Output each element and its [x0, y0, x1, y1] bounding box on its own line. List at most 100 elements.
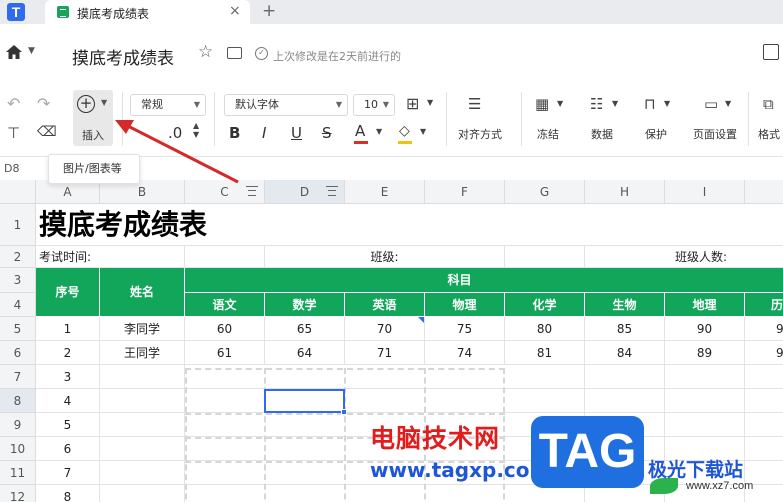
align-label[interactable]: 对齐方式 — [458, 126, 502, 142]
document-title[interactable]: 摸底考成绩表 — [72, 44, 174, 69]
chevron-down-icon[interactable]: ▼ — [725, 99, 731, 108]
italic-icon[interactable]: I — [262, 124, 266, 142]
home-icon[interactable] — [6, 45, 22, 59]
row-header[interactable]: 7 — [0, 365, 36, 389]
score-cell[interactable]: 89 — [665, 341, 745, 365]
row-header[interactable]: 5 — [0, 317, 36, 341]
format-label[interactable]: 格式 — [758, 126, 780, 142]
seq-cell[interactable]: 4 — [36, 389, 100, 413]
clear-format-icon[interactable]: ⌫ — [37, 124, 57, 140]
share-icon[interactable] — [763, 44, 779, 60]
row-header[interactable]: 3 — [0, 268, 36, 293]
cell-reference[interactable]: D8 — [4, 162, 19, 175]
sheet-title-cell[interactable]: 摸底考成绩表 — [36, 204, 783, 246]
row-header[interactable]: 9 — [0, 413, 36, 437]
class-size-cell[interactable]: 班级人数: — [585, 246, 783, 268]
score-cell[interactable]: 90 — [665, 317, 745, 341]
name-cell[interactable]: 李同学 — [100, 317, 185, 341]
score-cell[interactable]: 81 — [505, 341, 585, 365]
score-cell[interactable]: 9 — [745, 341, 783, 365]
name-cell[interactable]: 王同学 — [100, 341, 185, 365]
seq-cell[interactable]: 3 — [36, 365, 100, 389]
column-header[interactable]: E — [345, 180, 425, 204]
score-cell[interactable]: 85 — [585, 317, 665, 341]
chevron-down-icon[interactable]: ▼ — [420, 127, 426, 136]
score-cell[interactable]: 9 — [745, 317, 783, 341]
font-size-select[interactable]: 10 ▼ — [353, 94, 395, 116]
chevron-down-icon[interactable]: ▼ — [28, 46, 35, 56]
score-cell[interactable]: 71 — [345, 341, 425, 365]
row-header[interactable]: 6 — [0, 341, 36, 365]
chevron-down-icon[interactable]: ▼ — [612, 99, 618, 108]
row-header[interactable]: 4 — [0, 293, 36, 317]
subject-header-cell[interactable]: 物理 — [425, 293, 505, 317]
chevron-down-icon[interactable]: ▼ — [376, 127, 382, 136]
row-header[interactable]: 1 — [0, 204, 36, 246]
page-setup-icon[interactable]: ▭ — [704, 95, 718, 113]
data-icon[interactable]: ☷ — [590, 95, 603, 113]
star-icon[interactable]: ☆ — [198, 42, 213, 62]
seq-cell[interactable]: 5 — [36, 413, 100, 437]
column-header[interactable]: H — [585, 180, 665, 204]
strikethrough-icon[interactable]: S — [322, 124, 332, 142]
protect-label[interactable]: 保护 — [645, 126, 667, 142]
subject-header-cell[interactable]: 生物 — [585, 293, 665, 317]
score-cell[interactable]: 65 — [265, 317, 345, 341]
close-tab-icon[interactable]: × — [229, 3, 241, 19]
seq-cell[interactable]: 7 — [36, 461, 100, 485]
seq-cell[interactable]: 8 — [36, 485, 100, 502]
fill-color-icon[interactable]: ◇ — [399, 123, 410, 139]
subject-header-cell[interactable]: 化学 — [505, 293, 585, 317]
align-icon[interactable]: ☰ — [468, 95, 481, 113]
move-to-folder-icon[interactable] — [227, 47, 242, 59]
column-header[interactable]: F — [425, 180, 505, 204]
score-cell[interactable]: 80 — [505, 317, 585, 341]
document-tab[interactable]: 摸底考成绩表 × — [45, 0, 250, 24]
page-setup-label[interactable]: 页面设置 — [693, 126, 737, 142]
class-cell[interactable]: 班级: — [265, 246, 505, 268]
fill-handle[interactable] — [341, 409, 347, 415]
column-header[interactable]: D — [265, 180, 345, 204]
seq-cell[interactable]: 6 — [36, 437, 100, 461]
lock-icon[interactable]: ⊓ — [644, 95, 656, 113]
font-color-icon[interactable]: A — [355, 122, 365, 140]
redo-icon[interactable]: ↷ — [37, 94, 50, 113]
header-name-cell[interactable]: 姓名 — [100, 268, 185, 317]
subject-header-cell[interactable]: 地理 — [665, 293, 745, 317]
table-cell[interactable] — [185, 246, 265, 268]
undo-icon[interactable]: ↶ — [7, 94, 20, 113]
exam-time-cell[interactable]: 考试时间: — [36, 246, 185, 268]
subject-header-cell[interactable]: 历 — [745, 293, 783, 317]
empty-column-b[interactable] — [100, 365, 185, 502]
format-icon[interactable]: ⧉ — [763, 95, 774, 113]
comment-marker[interactable] — [418, 317, 424, 323]
subject-header-cell[interactable]: 语文 — [185, 293, 265, 317]
row-header[interactable]: 2 — [0, 246, 36, 268]
data-label[interactable]: 数据 — [591, 126, 613, 142]
new-tab-button[interactable]: + — [262, 1, 276, 21]
app-logo[interactable]: T — [7, 3, 25, 21]
underline-icon[interactable]: U — [291, 124, 302, 142]
chevron-down-icon[interactable]: ▼ — [427, 98, 433, 107]
seq-cell[interactable]: 2 — [36, 341, 100, 365]
column-header[interactable]: I — [665, 180, 745, 204]
chevron-down-icon[interactable]: ▼ — [557, 99, 563, 108]
row-header[interactable]: 11 — [0, 461, 36, 485]
header-seq-cell[interactable]: 序号 — [36, 268, 100, 317]
row-header[interactable]: 8 — [0, 389, 36, 413]
select-all-corner[interactable] — [0, 180, 36, 204]
score-cell[interactable]: 70 — [345, 317, 425, 341]
subject-header-cell[interactable]: 数学 — [265, 293, 345, 317]
score-cell[interactable]: 60 — [185, 317, 265, 341]
format-painter-icon[interactable]: ⊤ — [7, 124, 20, 142]
score-cell[interactable]: 84 — [585, 341, 665, 365]
header-subjects-cell[interactable]: 科目 — [185, 268, 783, 293]
score-cell[interactable]: 74 — [425, 341, 505, 365]
column-header[interactable] — [745, 180, 783, 204]
column-header[interactable]: G — [505, 180, 585, 204]
insert-button[interactable]: + ▼ 插入 — [73, 90, 113, 146]
row-header[interactable]: 12 — [0, 485, 36, 502]
score-cell[interactable]: 61 — [185, 341, 265, 365]
filter-icon[interactable] — [326, 186, 338, 197]
table-cell[interactable] — [505, 246, 585, 268]
